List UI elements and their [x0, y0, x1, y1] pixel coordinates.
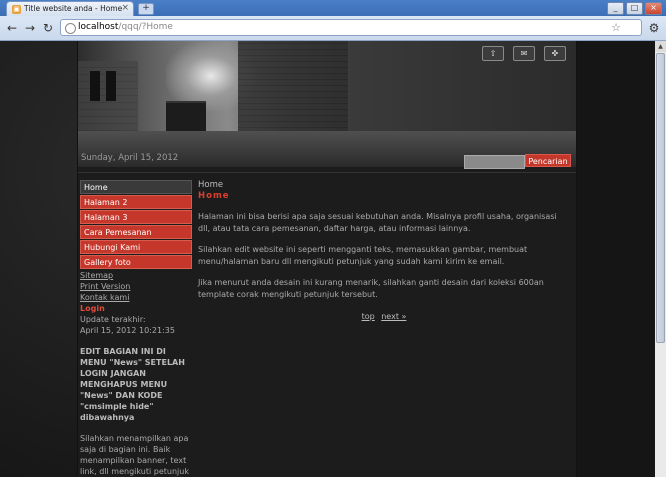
next-link[interactable]: next »	[381, 312, 406, 321]
sitemap-link[interactable]: Sitemap	[80, 270, 192, 281]
page-viewport: ⇧ ✉ ✜ Sunday, April 15, 2012 Pencarian H…	[0, 41, 655, 477]
browser-toolbar: ← → ↻ localhost/qqq/?Home ☆ ⚙	[0, 16, 666, 41]
globe-icon	[65, 23, 76, 34]
menu-item-halaman-3[interactable]: Halaman 3	[80, 210, 192, 224]
menu-item-cara-pemesanan[interactable]: Cara Pemesanan	[80, 225, 192, 239]
window-controls: _ □ ×	[607, 2, 662, 15]
print-version-link[interactable]: Print Version	[80, 281, 192, 292]
menu-item-gallery-foto[interactable]: Gallery foto	[80, 255, 192, 269]
search-input[interactable]	[464, 155, 525, 169]
last-update-label: Update terakhir:	[80, 315, 146, 324]
bookmark-star-icon[interactable]: ☆	[611, 21, 621, 34]
vertical-scrollbar[interactable]: ▲	[654, 41, 666, 477]
url-host: localhost	[78, 22, 119, 32]
back-button[interactable]: ←	[4, 20, 20, 36]
scroll-up-arrow-icon[interactable]: ▲	[655, 41, 666, 52]
top-link[interactable]: top	[362, 312, 375, 321]
mail-icon[interactable]: ✉	[513, 46, 535, 61]
url-path: /qqq/?Home	[118, 22, 173, 32]
tab-close-icon[interactable]: ×	[121, 3, 129, 13]
reload-button[interactable]: ↻	[40, 20, 56, 36]
sitemap-icon[interactable]: ✜	[544, 46, 566, 61]
header-banner: ⇧ ✉ ✜ Sunday, April 15, 2012 Pencarian	[78, 41, 576, 169]
header-icons: ⇧ ✉ ✜	[482, 46, 566, 61]
page-container: ⇧ ✉ ✜ Sunday, April 15, 2012 Pencarian H…	[78, 41, 576, 477]
content-paragraph: Jika menurut anda desain ini kurang mena…	[198, 278, 544, 299]
minimize-button[interactable]: _	[607, 2, 624, 15]
wrench-icon[interactable]: ⚙	[646, 20, 662, 36]
forward-button[interactable]: →	[22, 20, 38, 36]
scroll-thumb[interactable]	[656, 53, 665, 343]
address-bar[interactable]: localhost/qqq/?Home ☆	[60, 19, 642, 36]
header-divider	[78, 172, 576, 173]
sidebar: Home Halaman 2 Halaman 3 Cara Pemesanan …	[80, 180, 192, 477]
menu-item-home[interactable]: Home	[80, 180, 192, 194]
favicon-icon: ▣	[12, 5, 21, 14]
breadcrumb: Home	[198, 180, 224, 190]
search-button[interactable]: Pencarian	[525, 154, 571, 167]
main-content: Home Home Halaman ini bisa berisi apa sa…	[198, 180, 570, 321]
banner-window	[90, 71, 100, 101]
content-paragraph: Halaman ini bisa berisi apa saja sesuai …	[198, 212, 557, 233]
tab-title: Title website anda - Home	[24, 4, 123, 13]
url-text: localhost/qqq/?Home	[78, 22, 173, 32]
new-tab-button[interactable]: +	[138, 3, 154, 15]
kontak-kami-link[interactable]: Kontak kami	[80, 292, 192, 303]
content-paragraph: Silahkan edit website ini seperti mengga…	[198, 245, 528, 266]
close-window-button[interactable]: ×	[645, 2, 662, 15]
news-notice: EDIT BAGIAN INI DI MENU "News" SETELAH L…	[80, 347, 185, 422]
menu-item-hubungi-kami[interactable]: Hubungi Kami	[80, 240, 192, 254]
current-date: Sunday, April 15, 2012	[81, 153, 179, 163]
browser-titlebar: ▣ Title website anda - Home × + _ □ ×	[0, 0, 666, 16]
home-up-icon[interactable]: ⇧	[482, 46, 504, 61]
news-notice-body: Silahkan menampilkan apa saja di bagian …	[80, 434, 189, 476]
banner-dumpster	[166, 101, 206, 131]
login-link[interactable]: Login	[80, 303, 192, 314]
page-title: Home	[198, 191, 230, 201]
maximize-button[interactable]: □	[626, 2, 643, 15]
browser-tab[interactable]: ▣ Title website anda - Home ×	[6, 1, 134, 16]
menu-item-halaman-2[interactable]: Halaman 2	[80, 195, 192, 209]
pager: top next »	[198, 312, 570, 321]
last-update-time: April 15, 2012 10:21:35	[80, 326, 175, 335]
banner-window	[106, 71, 116, 101]
